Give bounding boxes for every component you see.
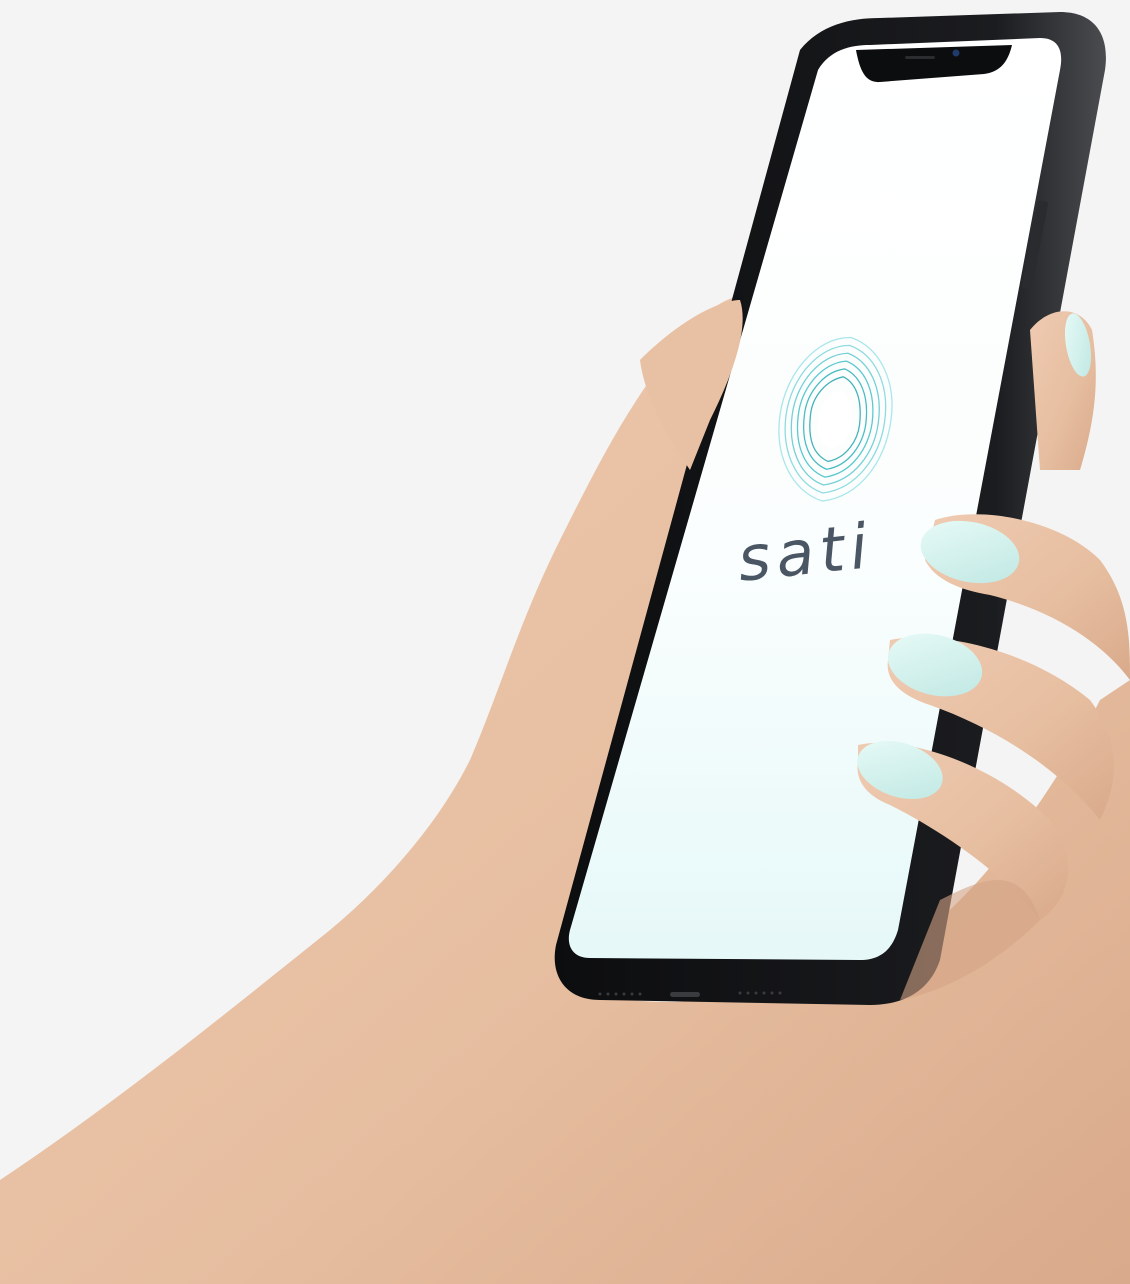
earpiece [905, 56, 935, 59]
phone-in-hand-photo: sati [0, 0, 1130, 1284]
front-camera [952, 49, 960, 57]
photo-art [0, 12, 1130, 1284]
